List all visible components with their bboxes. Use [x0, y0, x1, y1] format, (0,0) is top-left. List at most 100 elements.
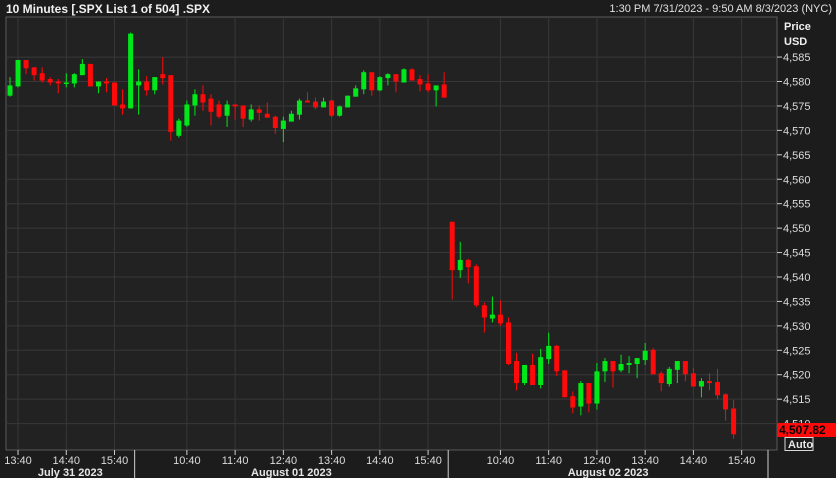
candle-body [240, 105, 246, 119]
candle-body [160, 74, 166, 79]
candlestick-chart[interactable]: 4,5104,5154,5204,5254,5304,5354,5404,545… [0, 0, 836, 478]
candle-body [256, 109, 262, 113]
candle-body [345, 95, 351, 108]
candle-body [578, 383, 584, 407]
candle-body [457, 259, 463, 271]
x-tick-label: 10:40 [487, 455, 515, 467]
candle-body [385, 74, 391, 79]
x-tick-label: 11:40 [535, 455, 562, 467]
candle-body [248, 109, 254, 120]
candle-body [489, 314, 495, 319]
candle-body [272, 116, 278, 128]
candle-body [393, 74, 399, 82]
time-axis: 13:40 14:40 15:40 10:40 11:40 12:40 13:40 14:40… [4, 450, 769, 478]
candle-body [224, 104, 230, 116]
candle-body [530, 364, 536, 386]
candle-up [401, 68, 407, 83]
candle-body [296, 100, 302, 115]
candle-body [538, 357, 544, 386]
day-label: August 01 2023 [251, 467, 332, 478]
candle-down [562, 370, 568, 398]
candle-body [23, 60, 29, 69]
candle-body [120, 104, 126, 109]
candle-up [184, 100, 190, 127]
candle-body [417, 79, 423, 85]
candle-body [698, 381, 704, 387]
candle-body [602, 361, 608, 372]
x-tick-label: 15:40 [101, 455, 129, 467]
y-tick-label: 4,575 [783, 101, 811, 113]
candle-body [586, 383, 592, 404]
candle-body [674, 361, 680, 370]
candle-body [481, 305, 487, 318]
candle-body [55, 81, 61, 84]
candle-body [554, 345, 560, 372]
candle-up [128, 32, 134, 109]
candle-body [449, 221, 455, 271]
axis-title-currency: USD [784, 36, 807, 48]
candle-down [329, 99, 335, 118]
candle-body [441, 84, 447, 98]
x-tick-label: 12:40 [270, 455, 298, 467]
y-tick-label: 4,530 [783, 321, 811, 333]
candle-body [103, 81, 109, 84]
candle-down [473, 264, 479, 308]
y-tick-label: 4,550 [783, 223, 811, 235]
x-tick-label: 15:40 [728, 455, 756, 467]
candle-body [232, 104, 238, 107]
y-tick-label: 4,535 [783, 296, 811, 308]
candle-body [152, 77, 158, 91]
candle-body [433, 85, 439, 91]
candle-body [522, 364, 528, 384]
candle-body [690, 373, 696, 387]
candle-body [562, 370, 568, 398]
candle-body [47, 79, 53, 83]
candle-body [666, 368, 672, 385]
auto-scale-label[interactable]: Auto [788, 439, 813, 451]
x-tick-label: 14:40 [366, 455, 394, 467]
candle-body [650, 349, 656, 375]
candle-up [522, 364, 528, 386]
candle-body [71, 74, 77, 84]
candle-body [136, 81, 142, 86]
candle-body [176, 120, 182, 136]
candle-body [353, 88, 359, 97]
day-label: August 02 2023 [568, 467, 649, 478]
y-tick-label: 4,525 [783, 345, 811, 357]
candle-body [128, 33, 134, 109]
candle-up [176, 118, 182, 138]
y-tick-label: 4,520 [783, 370, 811, 382]
y-tick-label: 4,560 [783, 174, 811, 186]
x-tick-label: 12:40 [583, 455, 611, 467]
candle-body [658, 373, 664, 384]
candle-body [112, 82, 118, 106]
candle-body [369, 72, 375, 91]
y-tick-label: 4,540 [783, 272, 811, 284]
candle-down [650, 347, 656, 375]
candle-body [321, 101, 327, 108]
candle-body [31, 67, 37, 76]
candle-up [377, 76, 383, 92]
candle-body [425, 83, 431, 91]
candle-body [264, 113, 270, 118]
candle-down [505, 317, 511, 365]
candle-body [497, 314, 503, 324]
candle-body [79, 63, 85, 76]
x-tick-label: 14:40 [53, 455, 81, 467]
candle-body [610, 361, 616, 372]
y-tick-label: 4,545 [783, 248, 811, 260]
candle-up [666, 366, 672, 387]
x-tick-label: 13:40 [631, 455, 659, 467]
candle-body [95, 81, 101, 87]
candle-body [304, 100, 310, 103]
candle-body [87, 63, 93, 87]
candle-body [594, 371, 600, 404]
candle-body [377, 77, 383, 91]
candle-body [7, 85, 13, 96]
x-tick-label: 10:40 [173, 455, 201, 467]
candle-body [618, 363, 624, 371]
price-axis: 4,5104,5154,5204,5254,5304,5354,5404,545… [777, 52, 811, 431]
candle-body [634, 358, 640, 364]
candle-body [514, 361, 520, 384]
candle-down [112, 82, 118, 106]
